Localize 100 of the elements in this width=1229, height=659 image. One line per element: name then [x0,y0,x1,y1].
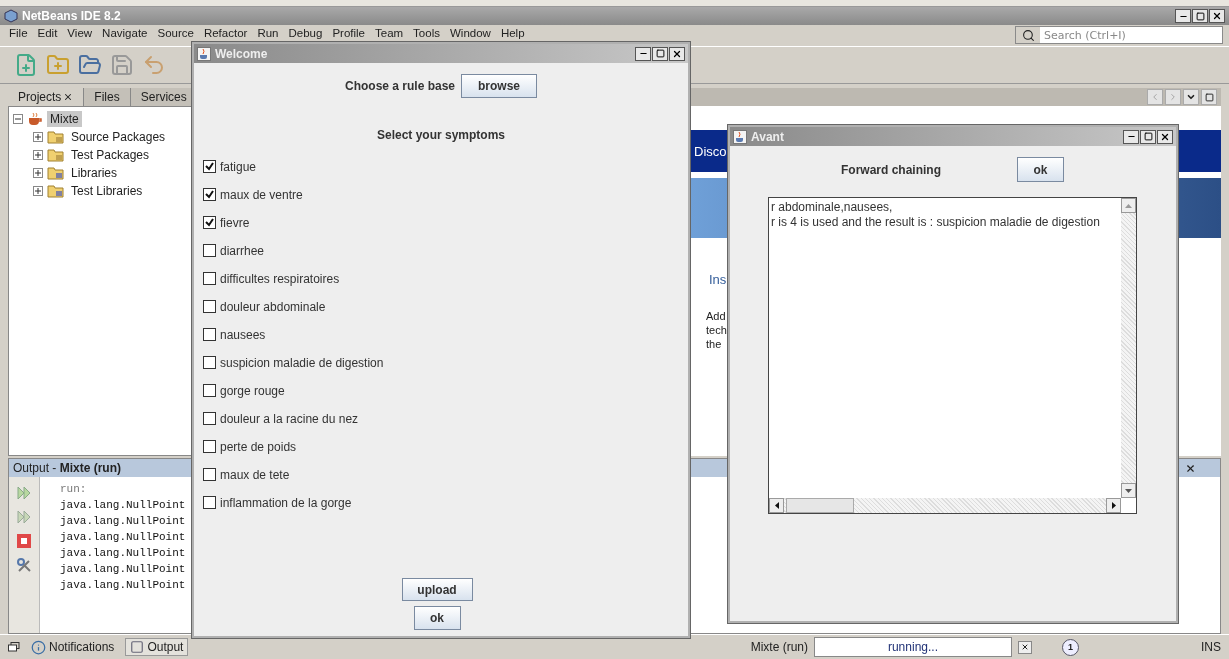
down-arrow-icon [1125,488,1132,493]
checkbox[interactable] [203,188,216,201]
text-area[interactable]: r abdominale,nausees, r is 4 is used and the result is : suspicion maladie de digestion [768,197,1137,514]
checkbox[interactable] [203,300,216,313]
menu-item[interactable]: Source [152,27,199,40]
check-icon [205,218,214,227]
menu-item[interactable]: View [62,27,98,40]
insert-mode: INS [1201,640,1221,654]
close-button[interactable] [1157,129,1173,144]
menu-item[interactable]: Run [252,27,284,40]
notification-badge[interactable]: 1 [1062,638,1079,656]
menu-item[interactable]: Profile [327,27,370,40]
upload-button[interactable]: upload [401,578,473,601]
vertical-scrollbar[interactable] [1121,198,1136,498]
task-name: Mixte (run) [750,640,808,654]
dialog-title: Avant [751,129,785,144]
browse-button[interactable]: browse [461,74,537,98]
chevron-down-icon [1186,92,1196,102]
coffee-cup-icon [27,112,43,126]
expand-toggle[interactable] [33,150,43,160]
dropdown-button[interactable] [1183,89,1199,105]
cancel-button[interactable] [1018,640,1032,654]
plus-icon [35,152,41,158]
checkbox[interactable] [203,272,216,285]
tree-item[interactable]: Test Packages [68,147,153,163]
checkbox-label: difficultes respiratoires [220,271,340,286]
new-file-icon [14,53,38,77]
section-title: Select your symptoms [376,128,505,142]
restore-icon[interactable] [8,642,20,652]
close-icon[interactable] [1185,462,1196,474]
close-icon [1021,643,1029,651]
scrollbar-thumb[interactable] [786,498,854,513]
library-folder-icon [47,184,64,198]
ok-button[interactable]: ok [413,606,461,630]
ok-button[interactable]: ok [1017,157,1064,182]
save-icon [110,53,134,77]
info-icon [31,639,46,655]
menu-item[interactable]: Debug [283,27,328,40]
checkbox[interactable] [203,496,216,509]
checkbox[interactable] [203,356,216,369]
checkbox[interactable] [203,244,216,257]
check-icon [205,190,214,199]
minimize-button[interactable] [1175,9,1191,23]
paragraph-text: the [706,337,722,351]
tree-item[interactable]: Test Libraries [68,183,146,199]
menu-item[interactable]: Team [370,27,409,40]
close-icon [672,48,682,59]
checkbox[interactable] [203,328,216,341]
checkbox[interactable] [203,468,216,481]
plus-icon [35,188,41,194]
checkbox-label: maux de tete [220,467,290,482]
checkbox-label: douleur abdominale [220,299,326,314]
menu-item[interactable]: Refactor [198,27,253,40]
menu-item[interactable]: Navigate [97,27,153,40]
menu-item[interactable]: Edit [32,27,63,40]
panel-tab[interactable]: Projects [8,88,85,106]
close-button[interactable] [669,46,685,61]
maximize-button[interactable] [652,46,668,61]
checkbox[interactable] [203,216,216,229]
progress-field: running... [814,637,1012,657]
up-arrow-icon [1125,203,1132,208]
checkbox[interactable] [203,160,216,173]
scroll-right-button[interactable] [1106,498,1121,513]
checkbox[interactable] [203,440,216,453]
scroll-left-button[interactable] [769,498,784,513]
status-tab[interactable]: Output [125,638,189,656]
panel-title: Output - Mixte (run) [13,461,122,475]
close-icon[interactable] [63,92,74,102]
menu-item[interactable]: File [4,27,33,40]
checkbox[interactable] [203,384,216,397]
status-tab[interactable]: Notifications [26,637,120,657]
tree-item[interactable]: Mixte [47,111,82,127]
maximize-button[interactable] [1192,9,1208,23]
checkbox-label: gorge rouge [220,383,285,398]
horizontal-scrollbar[interactable] [769,498,1121,513]
checkbox-label: douleur a la racine du nez [220,411,359,426]
link[interactable]: Ins [709,272,727,287]
minimize-button[interactable] [635,46,651,61]
close-button[interactable] [1209,9,1225,23]
maximize-button[interactable] [1201,89,1217,105]
expand-toggle[interactable] [33,132,43,142]
cube-icon [4,9,18,23]
tree-item[interactable]: Source Packages [68,129,169,145]
expand-toggle[interactable] [33,168,43,178]
checkbox-label: diarrhee [220,243,265,258]
tree-item[interactable]: Libraries [68,165,121,181]
maximize-button[interactable] [1140,129,1156,144]
menu-item[interactable]: Tools [408,27,445,40]
checkbox[interactable] [203,412,216,425]
checkbox-label: perte de poids [220,439,297,454]
menu-item[interactable]: Help [495,27,530,40]
scroll-down-button[interactable] [1121,483,1136,498]
expand-toggle[interactable] [13,114,23,124]
stop-icon[interactable] [16,533,32,549]
wrench-icon[interactable] [16,557,32,573]
expand-toggle[interactable] [33,186,43,196]
menu-item[interactable]: Window [444,27,496,40]
minimize-button[interactable] [1123,129,1139,144]
panel-tab[interactable]: Files [84,88,131,106]
checkbox-label: nausees [220,327,266,342]
